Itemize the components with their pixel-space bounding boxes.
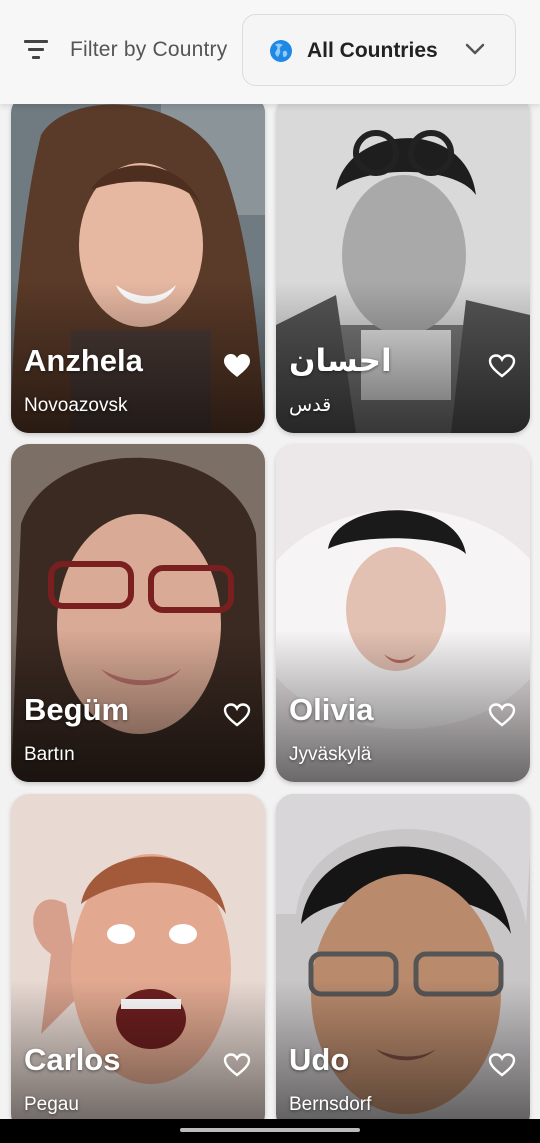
profile-name: احسان (289, 343, 392, 378)
profile-card[interactable]: Anzhela Novoazovsk (11, 95, 265, 433)
profile-city: Novoazovsk (24, 395, 128, 416)
heart-outline-icon[interactable] (223, 702, 251, 728)
profile-card[interactable]: Olivia Jyväskylä (276, 444, 530, 782)
profile-city: قدس (289, 395, 332, 416)
profile-name: Udo (289, 1042, 350, 1077)
profile-card[interactable]: Udo Bernsdorf (276, 794, 530, 1132)
profile-city: Bernsdorf (289, 1094, 372, 1115)
profile-grid: Anzhela Novoazovsk احسان قدس Begüm Bartı… (0, 0, 540, 1143)
filter-list-icon[interactable] (24, 40, 48, 60)
dropdown-selected-value: All Countries (307, 39, 438, 62)
profile-card[interactable]: احسان قدس (276, 95, 530, 433)
top-filter-bar: Filter by Country All Countries (0, 0, 540, 104)
country-dropdown[interactable]: All Countries (242, 14, 516, 86)
profile-name: Carlos (24, 1042, 121, 1077)
profile-card[interactable]: Carlos Pegau (11, 794, 265, 1132)
profile-card[interactable]: Begüm Bartın (11, 444, 265, 782)
heart-outline-icon[interactable] (488, 353, 516, 379)
heart-outline-icon[interactable] (223, 1052, 251, 1078)
chevron-down-icon (465, 43, 485, 55)
system-navigation-bar (0, 1119, 540, 1143)
profile-city: Bartın (24, 744, 75, 765)
filter-by-country-label: Filter by Country (70, 38, 228, 61)
profile-name: Olivia (289, 692, 374, 727)
heart-outline-icon[interactable] (488, 1052, 516, 1078)
profile-name: Begüm (24, 692, 130, 727)
profile-city: Jyväskylä (289, 744, 372, 765)
heart-filled-icon[interactable] (223, 353, 251, 379)
home-gesture-handle[interactable] (180, 1128, 360, 1132)
profile-name: Anzhela (24, 343, 143, 378)
profile-city: Pegau (24, 1094, 79, 1115)
heart-outline-icon[interactable] (488, 702, 516, 728)
globe-icon (270, 40, 292, 62)
